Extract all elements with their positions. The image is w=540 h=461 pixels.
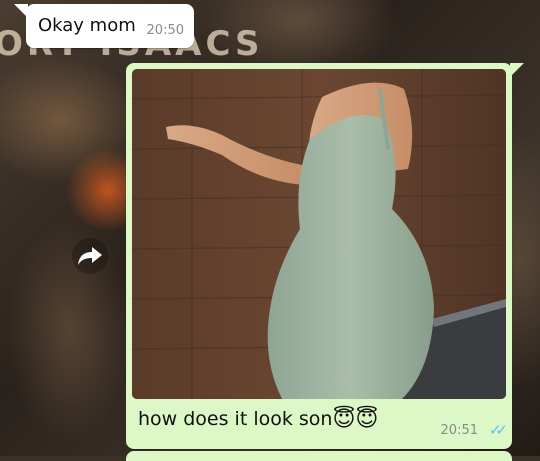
message-time: 20:51: [440, 423, 478, 438]
message-photo[interactable]: [132, 69, 506, 399]
forward-button[interactable]: [72, 238, 108, 274]
message-text: Okay mom: [38, 15, 136, 36]
bubble-tail: [14, 4, 28, 18]
next-message-bubble[interactable]: [126, 451, 512, 461]
outgoing-message-bubble[interactable]: how does it look son😇😇 20:51 ✓✓: [126, 63, 524, 449]
message-caption: how does it look son: [138, 408, 333, 430]
bubble-tail: [510, 63, 524, 77]
double-check-icon: ✓✓: [488, 421, 508, 439]
message-time: 20:50: [146, 23, 184, 38]
message-emoji: 😇😇: [332, 407, 379, 432]
message-text: how does it look son😇😇: [138, 407, 378, 432]
photo-image: [132, 69, 506, 399]
forward-icon: [78, 247, 102, 265]
incoming-message-bubble[interactable]: Okay mom 20:50: [14, 4, 194, 48]
